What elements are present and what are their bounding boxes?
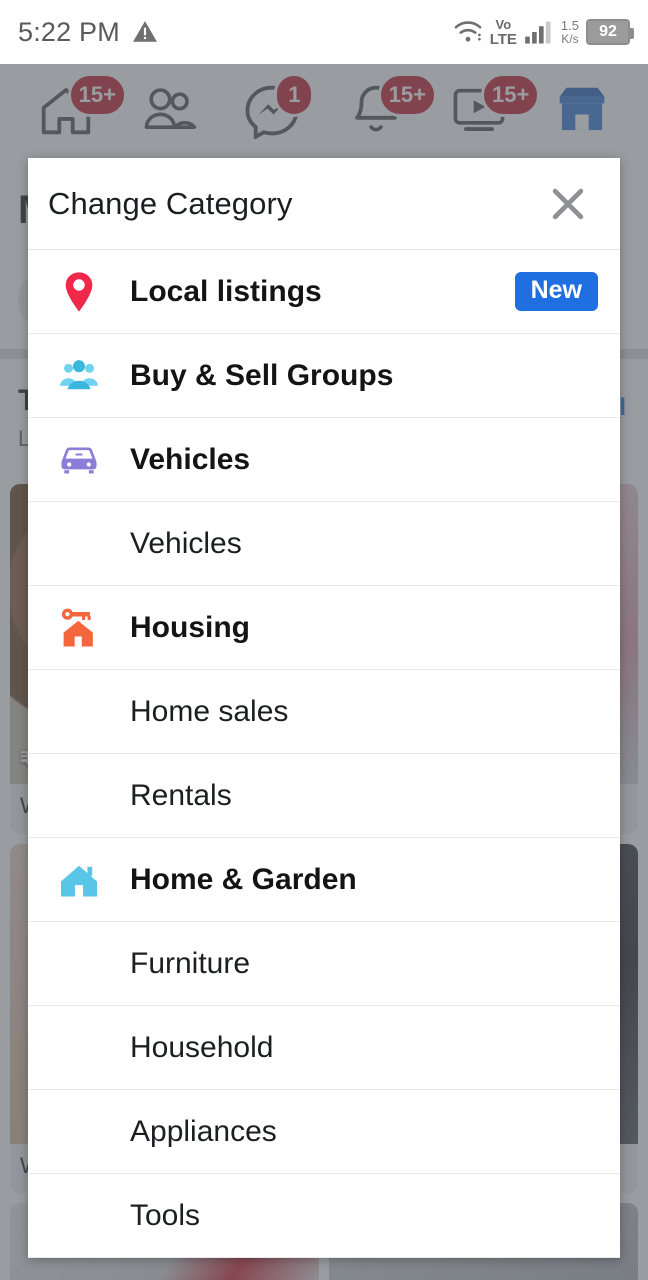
category-item-appliances[interactable]: Appliances bbox=[28, 1090, 620, 1174]
car-icon bbox=[56, 437, 102, 483]
dialog-header: Change Category bbox=[28, 158, 620, 250]
change-category-dialog: Change Category Local listings New Buy &… bbox=[28, 158, 620, 1258]
people-group-icon bbox=[56, 353, 102, 399]
category-label: Home & Garden bbox=[130, 862, 357, 896]
category-label: Housing bbox=[130, 610, 250, 644]
category-label: Home sales bbox=[130, 694, 289, 728]
category-item-local-listings[interactable]: Local listings New bbox=[28, 250, 620, 334]
close-icon[interactable] bbox=[542, 178, 594, 230]
category-item-vehicles-sub[interactable]: Vehicles bbox=[28, 502, 620, 586]
wifi-icon bbox=[453, 20, 483, 44]
category-label: Local listings bbox=[130, 274, 322, 308]
clock: 5:22 PM bbox=[18, 16, 120, 47]
status-bar-left: 5:22 PM bbox=[18, 17, 158, 48]
category-label: Vehicles bbox=[130, 442, 251, 476]
category-label: Vehicles bbox=[130, 526, 242, 560]
phone-screen: 5:22 PM Vo LTE 1.5 K/s 92 Change Categor… bbox=[0, 0, 648, 1280]
status-bar-right: Vo LTE 1.5 K/s 92 bbox=[453, 18, 634, 47]
category-label: Household bbox=[130, 1030, 274, 1064]
category-item-home-garden[interactable]: Home & Garden bbox=[28, 838, 620, 922]
house-key-icon bbox=[56, 605, 102, 651]
battery-icon: 92 bbox=[586, 19, 634, 45]
category-item-rentals[interactable]: Rentals bbox=[28, 754, 620, 838]
warning-triangle-icon bbox=[132, 19, 158, 45]
network-speed: 1.5 K/s bbox=[561, 19, 579, 45]
category-item-home-sales[interactable]: Home sales bbox=[28, 670, 620, 754]
network-speed-unit: K/s bbox=[561, 31, 579, 46]
category-item-buy-sell-groups[interactable]: Buy & Sell Groups bbox=[28, 334, 620, 418]
new-badge: New bbox=[514, 272, 598, 311]
status-bar: 5:22 PM Vo LTE 1.5 K/s 92 bbox=[0, 0, 648, 64]
category-item-tools[interactable]: Tools bbox=[28, 1174, 620, 1258]
category-label: Appliances bbox=[130, 1114, 277, 1148]
category-item-household[interactable]: Household bbox=[28, 1006, 620, 1090]
category-label: Buy & Sell Groups bbox=[130, 358, 394, 392]
category-item-vehicles[interactable]: Vehicles bbox=[28, 418, 620, 502]
volte-indicator: Vo LTE bbox=[490, 18, 517, 47]
category-item-furniture[interactable]: Furniture bbox=[28, 922, 620, 1006]
network-speed-value: 1.5 bbox=[560, 17, 579, 33]
cellular-signal-icon bbox=[524, 19, 554, 45]
volte-label-bottom: LTE bbox=[489, 30, 517, 48]
category-list: Local listings New Buy & Sell Groups Veh… bbox=[28, 250, 620, 1258]
volte-label-top: Vo bbox=[495, 16, 512, 32]
category-label: Rentals bbox=[130, 778, 232, 812]
category-label: Tools bbox=[130, 1198, 201, 1232]
battery-percent: 92 bbox=[588, 21, 628, 43]
category-label: Furniture bbox=[130, 946, 251, 980]
location-pin-icon bbox=[56, 269, 102, 315]
category-item-housing[interactable]: Housing bbox=[28, 586, 620, 670]
dialog-title: Change Category bbox=[48, 185, 293, 221]
house-icon bbox=[56, 857, 102, 903]
